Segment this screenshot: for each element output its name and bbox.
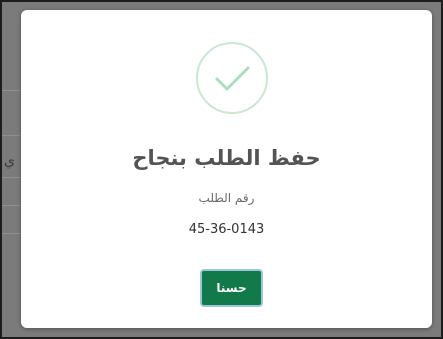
background-text-fragment: ي bbox=[4, 153, 15, 169]
success-check-icon bbox=[196, 42, 268, 114]
order-number-label: رقم الطلب bbox=[198, 191, 255, 205]
success-dialog: حفظ الطلب بنجاح رقم الطلب 45-36-0143 حسن… bbox=[21, 10, 432, 328]
dialog-title: حفظ الطلب بنجاح bbox=[132, 146, 321, 170]
checkmark-icon bbox=[215, 66, 250, 91]
ok-button[interactable]: حسنا bbox=[200, 269, 263, 307]
order-number-value: 45-36-0143 bbox=[188, 222, 265, 237]
